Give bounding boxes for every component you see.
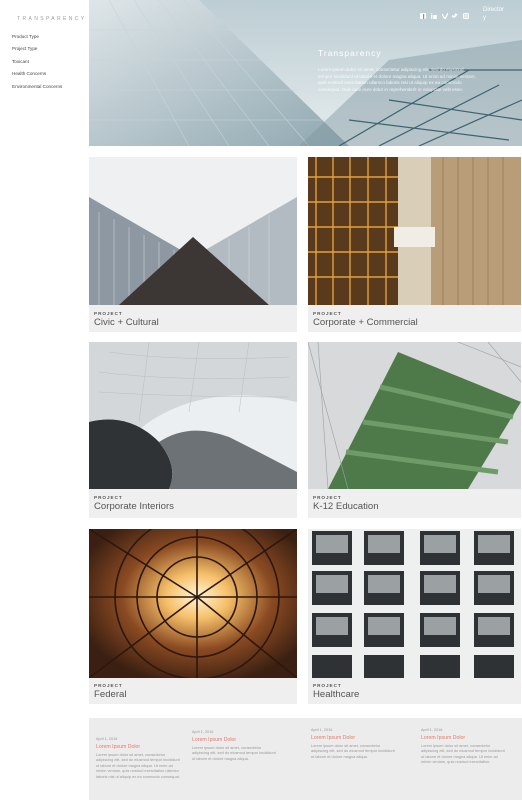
project-image [89, 157, 297, 305]
news-section: April 1, 2016 Lorem Ipsum Dolor Lorem ip… [89, 718, 522, 800]
card-kicker: PROJECT [313, 495, 342, 500]
card-title: K-12 Education [313, 501, 379, 512]
vimeo-icon[interactable] [441, 6, 449, 21]
news-post: April 1, 2016 Lorem Ipsum Dolor Lorem ip… [192, 730, 278, 761]
post-excerpt: Lorem ipsum dolor sit amet, consectetur … [421, 743, 505, 765]
post-date: April 1, 2016 [96, 737, 118, 741]
post-excerpt: Lorem ipsum dolor sit amet, consectetur … [192, 745, 276, 761]
card-kicker: PROJECT [94, 311, 123, 316]
nav-item-product-type[interactable]: Product Type [12, 34, 62, 46]
post-excerpt: Lorem ipsum dolor sit amet, consectetur … [311, 743, 395, 759]
project-card-k12-education[interactable]: PROJECT K-12 Education [308, 342, 521, 518]
project-card-healthcare[interactable]: PROJECT Healthcare [308, 529, 521, 704]
card-title: Civic + Cultural [94, 317, 159, 328]
post-title[interactable]: Lorem Ipsum Dolor [311, 735, 397, 741]
nav-item-health-concerns[interactable]: Health Concerns [12, 71, 62, 83]
card-kicker: PROJECT [94, 683, 123, 688]
nav-item-environmental-concerns[interactable]: Environmental Concerns [12, 84, 62, 96]
project-image [89, 529, 297, 678]
hero-title: Transparency [318, 48, 382, 58]
card-title: Corporate Interiors [94, 501, 174, 512]
project-card-corporate-commercial[interactable]: PROJECT Corporate + Commercial [308, 157, 521, 332]
card-kicker: PROJECT [313, 311, 342, 316]
post-excerpt: Lorem ipsum dolor sit amet, consectetur … [96, 752, 180, 779]
project-card-civic-cultural[interactable]: PROJECT Civic + Cultural [89, 157, 297, 332]
card-title: Federal [94, 689, 127, 700]
directory-link[interactable]: Director y [483, 6, 513, 22]
hero-banner: Director y Transparency Lorem ipsum dolo… [89, 0, 522, 146]
project-card-corporate-interiors[interactable]: PROJECT Corporate Interiors [89, 342, 297, 518]
facebook-icon[interactable] [420, 6, 426, 19]
news-post: April 1, 2016 Lorem Ipsum Dolor Lorem ip… [96, 737, 182, 779]
post-title[interactable]: Lorem Ipsum Dolor [96, 744, 182, 750]
filter-nav: Product Type Project Type Toxicant Healt… [12, 34, 62, 96]
nav-item-toxicant[interactable]: Toxicant [12, 59, 62, 71]
post-title[interactable]: Lorem Ipsum Dolor [192, 737, 278, 743]
sidebar: TRANSPARENCY Product Type Project Type T… [0, 0, 88, 800]
instagram-icon[interactable] [463, 6, 469, 19]
twitter-icon[interactable] [452, 6, 458, 18]
news-post: April 1, 2016 Lorem Ipsum Dolor Lorem ip… [421, 728, 507, 765]
hero-description: Lorem ipsum dolor sit amet, consectetur … [318, 67, 476, 92]
project-image [308, 342, 521, 489]
project-image [308, 157, 521, 305]
card-title: Healthcare [313, 689, 360, 700]
brand-logo[interactable]: TRANSPARENCY [17, 16, 87, 22]
post-title[interactable]: Lorem Ipsum Dolor [421, 735, 507, 741]
post-date: April 1, 2016 [311, 728, 333, 732]
linkedin-icon[interactable] [431, 6, 437, 19]
post-date: April 1, 2016 [192, 730, 214, 734]
project-image [89, 342, 297, 489]
project-image [308, 529, 521, 678]
card-title: Corporate + Commercial [313, 317, 418, 328]
card-kicker: PROJECT [313, 683, 342, 688]
news-post: April 1, 2016 Lorem Ipsum Dolor Lorem ip… [311, 728, 397, 759]
post-date: April 1, 2016 [421, 728, 443, 732]
project-card-federal[interactable]: PROJECT Federal [89, 529, 297, 704]
card-kicker: PROJECT [94, 495, 123, 500]
nav-item-project-type[interactable]: Project Type [12, 46, 62, 58]
